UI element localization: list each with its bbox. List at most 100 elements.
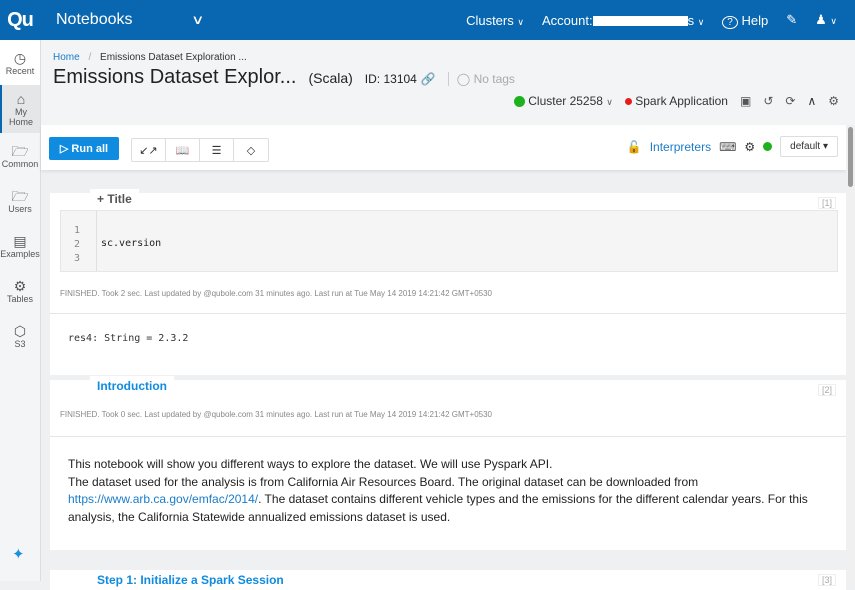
add-title-button[interactable]: + Title: [90, 189, 139, 209]
paragraph-number: [2]: [817, 384, 836, 396]
spark-status-dot: [624, 98, 632, 106]
divider: [50, 313, 846, 314]
books-icon: ▤: [13, 232, 27, 249]
eraser-icon[interactable]: ◇: [234, 139, 268, 161]
breadcrumb: Home / Emissions Dataset Exploration ...: [53, 52, 247, 63]
scrollbar[interactable]: [846, 125, 855, 581]
account-label: Account:: [541, 12, 593, 28]
paragraph-1: + Title [1] 1 2 3 sc.version FINISHED. Too…: [50, 189, 846, 375]
settings-icon[interactable]: ⚙: [744, 140, 755, 154]
monitor-icon[interactable]: ▣: [740, 94, 751, 108]
refresh-icon[interactable]: ⟳: [785, 94, 795, 108]
breadcrumb-home[interactable]: Home: [53, 52, 80, 63]
tables-icon: ⚙: [13, 277, 27, 294]
connection-status-dot: [763, 142, 773, 151]
chevron-down-icon: ∨: [697, 16, 705, 27]
app-switcher-label[interactable]: Notebooks: [56, 11, 133, 29]
dataset-link[interactable]: https://www.arb.ca.gov/emfac/2014/: [68, 492, 258, 506]
cluster-status-dot: [513, 96, 525, 108]
spark-application-link[interactable]: Spark Application: [624, 94, 728, 108]
sidebar-item-s3[interactable]: ⬡ S3: [0, 313, 40, 358]
notebook-header: Home / Emissions Dataset Exploration ...…: [41, 40, 855, 125]
notebook-toolbar: ▷ Run all ↙↗ 📖 ☰ ◇ 🔓 Interpreters ⌨ ⚙ de…: [41, 125, 846, 170]
line-number: 3: [73, 253, 80, 264]
paragraph-2: Introduction [2] FINISHED. Took 0 sec. L…: [50, 376, 846, 550]
clusters-label: Clusters: [466, 12, 514, 28]
chevron-down-icon: ∨: [606, 97, 613, 107]
sidebar-item-label: S3: [14, 338, 26, 349]
collapse-icon[interactable]: ∧: [807, 94, 816, 108]
chevron-down-icon: ∨: [517, 16, 524, 27]
minimize-icon[interactable]: ↙↗: [132, 139, 166, 161]
intro-line: This notebook will show you different wa…: [68, 457, 553, 471]
history-icon[interactable]: ↺: [763, 94, 773, 108]
users-folder-icon: 🗁: [11, 187, 29, 204]
scrollbar-thumb[interactable]: [848, 127, 853, 187]
user-icon[interactable]: ♟ ∨: [815, 12, 837, 28]
tags-field[interactable]: ◯ No tags: [447, 72, 515, 86]
cluster-selector[interactable]: Cluster 25258 ∨: [513, 94, 613, 108]
divider: [50, 436, 846, 437]
sidebar-item-examples[interactable]: ▤ Examples: [0, 223, 40, 268]
paragraph-text: This notebook will show you different wa…: [68, 456, 828, 526]
pin-icon[interactable]: ✦: [12, 545, 25, 563]
sidebar-item-users[interactable]: 🗁 Users: [0, 178, 40, 223]
interpreters-link[interactable]: Interpreters: [650, 140, 711, 154]
default-select-value: default: [790, 141, 821, 152]
clock-icon: ◷: [13, 49, 27, 66]
help-label: Help: [741, 12, 769, 28]
code-editor[interactable]: 1 2 3 sc.version: [60, 210, 838, 272]
paragraph-3: Step 1: Initialize a Spark Session [3]: [50, 570, 846, 590]
play-icon: ▷: [59, 143, 69, 155]
sidebar-item-common[interactable]: 🗁 Common: [0, 133, 40, 178]
sidebar-item-label: Recent: [5, 65, 35, 76]
clusters-menu[interactable]: Clusters ∨: [466, 13, 524, 28]
help-button[interactable]: ? Help: [722, 12, 769, 29]
list-icon[interactable]: ☰: [200, 139, 234, 161]
run-all-button[interactable]: ▷ Run all: [49, 137, 119, 160]
paragraph-status: FINISHED. Took 0 sec. Last updated by @q…: [60, 410, 493, 419]
paragraph-number: [1]: [817, 197, 836, 209]
line-number: 2: [73, 239, 80, 250]
chevron-down-icon: ∨: [830, 16, 837, 26]
line-number: 1: [73, 225, 80, 236]
page-title: Emissions Dataset Explor...: [53, 66, 297, 88]
home-folder-icon: ⌂: [16, 91, 26, 107]
line-numbers: 1 2 3: [61, 211, 97, 271]
language-label: (Scala): [308, 70, 353, 86]
help-icon: ?: [722, 15, 738, 29]
sidebar-item-label: Common: [1, 158, 39, 169]
top-nav-bar: Qu Notebooks ∨ Clusters ∨ Account: s ∨ ? …: [0, 0, 855, 40]
chevron-down-icon[interactable]: ∨: [191, 12, 204, 28]
paragraph-title[interactable]: Step 1: Initialize a Spark Session: [90, 570, 291, 590]
intro-line: The dataset used for the analysis is fro…: [68, 474, 699, 489]
sidebar-item-label: My Home: [8, 107, 33, 127]
tags-label: No tags: [473, 72, 515, 86]
sidebar-item-tables[interactable]: ⚙ Tables: [0, 268, 40, 313]
account-menu[interactable]: Account: s ∨: [542, 13, 704, 28]
paragraph-number: [3]: [817, 574, 836, 586]
breadcrumb-current: Emissions Dataset Exploration ...: [100, 52, 247, 63]
book-icon[interactable]: 📖: [166, 139, 200, 161]
cluster-label: Cluster 25258: [528, 94, 603, 108]
feedback-icon[interactable]: ✎: [786, 12, 797, 28]
unlock-icon[interactable]: 🔓: [627, 140, 642, 154]
redacted-account: [592, 16, 688, 27]
run-all-label: Run all: [71, 143, 109, 155]
tag-icon: ◯: [456, 72, 471, 86]
sidebar-item-my-home[interactable]: ⌂ My Home: [0, 85, 40, 133]
keyboard-icon[interactable]: ⌨: [719, 140, 736, 154]
account-suffix: s: [687, 12, 695, 28]
default-select[interactable]: default ▾: [780, 136, 838, 157]
sidebar-item-label: Users: [8, 203, 32, 214]
qubole-logo[interactable]: Qu: [0, 0, 40, 40]
settings-icon[interactable]: ⚙: [828, 94, 839, 108]
spark-label: Spark Application: [635, 94, 728, 108]
paragraph-title[interactable]: Introduction: [90, 376, 174, 396]
sidebar-item-recent[interactable]: ◷ Recent: [0, 40, 40, 85]
code-text: sc.version: [101, 238, 162, 249]
paragraph-status: FINISHED. Took 2 sec. Last updated by @q…: [60, 289, 493, 298]
link-icon[interactable]: 🔗: [421, 72, 436, 86]
sidebar-item-label: Tables: [6, 293, 33, 304]
cube-icon: ⬡: [13, 322, 27, 339]
